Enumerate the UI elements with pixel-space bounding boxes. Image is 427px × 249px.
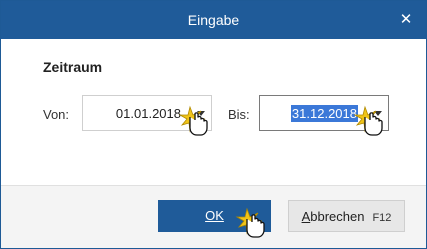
cancel-accelerator: A bbox=[301, 209, 311, 224]
cancel-shortcut: F12 bbox=[372, 212, 392, 224]
close-icon[interactable]: ✕ bbox=[386, 1, 426, 39]
bis-date-value: 31.12.2018 bbox=[290, 105, 358, 122]
section-title: Zeitraum bbox=[43, 59, 103, 75]
footer-divider bbox=[1, 185, 426, 186]
cancel-label: bbrechen bbox=[310, 209, 365, 224]
von-label: Von: bbox=[43, 107, 70, 122]
cancel-button[interactable]: Abbrechen F12 bbox=[288, 200, 405, 232]
hand-pointer-icon bbox=[235, 207, 265, 238]
title-bar: Eingabe ✕ bbox=[1, 1, 426, 39]
von-date-value: 01.01.2018 bbox=[115, 106, 181, 121]
dialog-title: Eingabe bbox=[187, 12, 240, 28]
hand-pointer-icon bbox=[178, 105, 208, 136]
hand-pointer-icon bbox=[353, 105, 383, 136]
bis-label: Bis: bbox=[228, 107, 250, 122]
